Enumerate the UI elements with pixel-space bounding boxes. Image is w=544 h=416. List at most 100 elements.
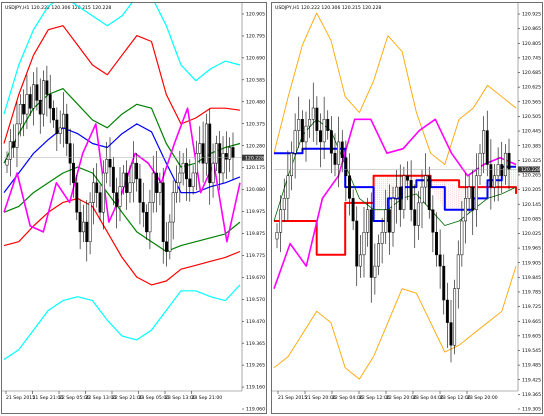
y-tick-label: 120.280: [246, 143, 265, 149]
x-tick-label: 23 Sep 21:00: [192, 395, 223, 401]
candle-body: [151, 172, 155, 203]
chart-title: USDJPY,H1 120.222 120.306 120.215 120.22…: [5, 5, 111, 11]
candle-body: [15, 123, 19, 148]
current-price-label: 120.228: [521, 167, 540, 173]
candle-body: [311, 107, 315, 120]
candle-body: [424, 175, 428, 188]
candle-body: [145, 212, 149, 233]
candle-body: [218, 143, 222, 174]
candle-body: [32, 84, 36, 109]
candle-body: [304, 125, 308, 143]
candle-body: [413, 209, 417, 226]
candle-body: [178, 172, 182, 184]
series-line-envelope-lower: [273, 265, 517, 380]
candle-body: [88, 202, 92, 242]
y-tick-label: 120.325: [522, 158, 541, 164]
candle-body: [191, 172, 195, 187]
chart-right-svg: USDJPY,H1 120.222 120.306 120.215 120.22…: [272, 3, 541, 413]
candle-body: [221, 153, 225, 174]
y-tick-label: 119.605: [522, 333, 541, 339]
candle-body: [181, 162, 185, 174]
y-tick-label: 119.845: [522, 275, 541, 281]
candle-body: [507, 152, 511, 170]
candle-body: [131, 162, 135, 184]
candle-body: [78, 212, 82, 233]
y-tick-label: 120.175: [246, 165, 265, 171]
chart-window-right[interactable]: USDJPY,H1 120.222 120.306 120.215 120.22…: [271, 2, 543, 414]
candle-body: [12, 141, 16, 148]
y-tick-label: 120.205: [522, 187, 541, 193]
y-tick-label: 120.085: [522, 216, 541, 222]
candle-body: [68, 143, 72, 164]
candle-body: [362, 232, 366, 256]
candle-body: [456, 254, 460, 289]
candle-body: [416, 202, 420, 226]
candle-body: [188, 178, 192, 187]
candle-body: [478, 152, 482, 177]
candle-body: [138, 178, 142, 203]
chart-left-svg: USDJPY,H1 120.222 120.306 120.215 120.22…: [2, 3, 265, 413]
candle-body: [201, 143, 205, 164]
y-tick-label: 120.505: [522, 114, 541, 120]
y-tick-label: 119.485: [522, 363, 541, 369]
y-tick-label: 119.875: [246, 231, 265, 237]
y-tick-label: 120.625: [522, 85, 541, 91]
y-tick-label: 120.925: [522, 12, 541, 18]
series-line-base-line: [274, 174, 517, 256]
y-tick-label: 120.795: [246, 34, 265, 40]
y-tick-label: 120.685: [522, 70, 541, 76]
candle-body: [275, 232, 279, 240]
series-line-band-outer-lower: [3, 284, 241, 361]
candle-body: [409, 180, 413, 210]
y-tick-label: 119.470: [246, 319, 265, 325]
candle-body: [333, 152, 337, 165]
y-tick-label: 120.375: [246, 121, 265, 127]
candle-body: [337, 141, 341, 165]
candle-body: [95, 182, 99, 193]
candle-body: [214, 143, 218, 164]
candle-body: [286, 175, 290, 199]
candle-body: [111, 166, 115, 193]
candle-body: [398, 186, 402, 210]
y-tick-label: 120.565: [522, 99, 541, 105]
y-tick-label: 119.785: [522, 290, 541, 296]
candle-body: [211, 162, 215, 184]
x-tick-label: 21 Sep 2015: [6, 395, 35, 401]
y-tick-label: 119.545: [522, 348, 541, 354]
candle-body: [141, 202, 145, 213]
candle-body: [293, 130, 297, 154]
candle-body: [85, 221, 89, 242]
candle-body: [22, 104, 26, 115]
candle-body: [387, 209, 391, 233]
candle-body: [28, 94, 32, 109]
candle-body: [453, 288, 457, 346]
y-tick-label: 119.265: [246, 363, 265, 369]
candle-body: [198, 143, 202, 154]
candle-body: [406, 175, 409, 181]
candle-body: [380, 232, 384, 244]
candle-body: [38, 100, 42, 115]
y-tick-label: 120.690: [246, 55, 265, 61]
y-tick-label: 120.585: [246, 77, 265, 83]
candle-body: [435, 232, 438, 256]
y-tick-label: 120.480: [246, 99, 265, 105]
candle-body: [101, 172, 105, 213]
candle-body: [315, 107, 319, 131]
y-tick-label: 119.425: [522, 377, 541, 383]
candle-body: [351, 198, 355, 222]
y-tick-label: 119.060: [246, 407, 265, 413]
candle-body: [165, 241, 168, 252]
candle-body: [467, 186, 471, 199]
candle-body: [445, 299, 449, 323]
chart-window-left[interactable]: USDJPY,H1 120.222 120.306 120.215 120.22…: [1, 2, 267, 414]
y-tick-label: 119.570: [246, 297, 265, 303]
candle-body: [155, 172, 159, 193]
y-tick-label: 119.365: [522, 392, 541, 398]
x-tick-label: 21 Sep 2015: [278, 395, 307, 401]
candle-body: [485, 130, 489, 165]
candle-body: [464, 198, 467, 222]
candle-body: [358, 254, 362, 267]
y-tick-label: 120.445: [522, 129, 541, 135]
candle-body: [72, 162, 75, 184]
candle-body: [460, 220, 464, 256]
